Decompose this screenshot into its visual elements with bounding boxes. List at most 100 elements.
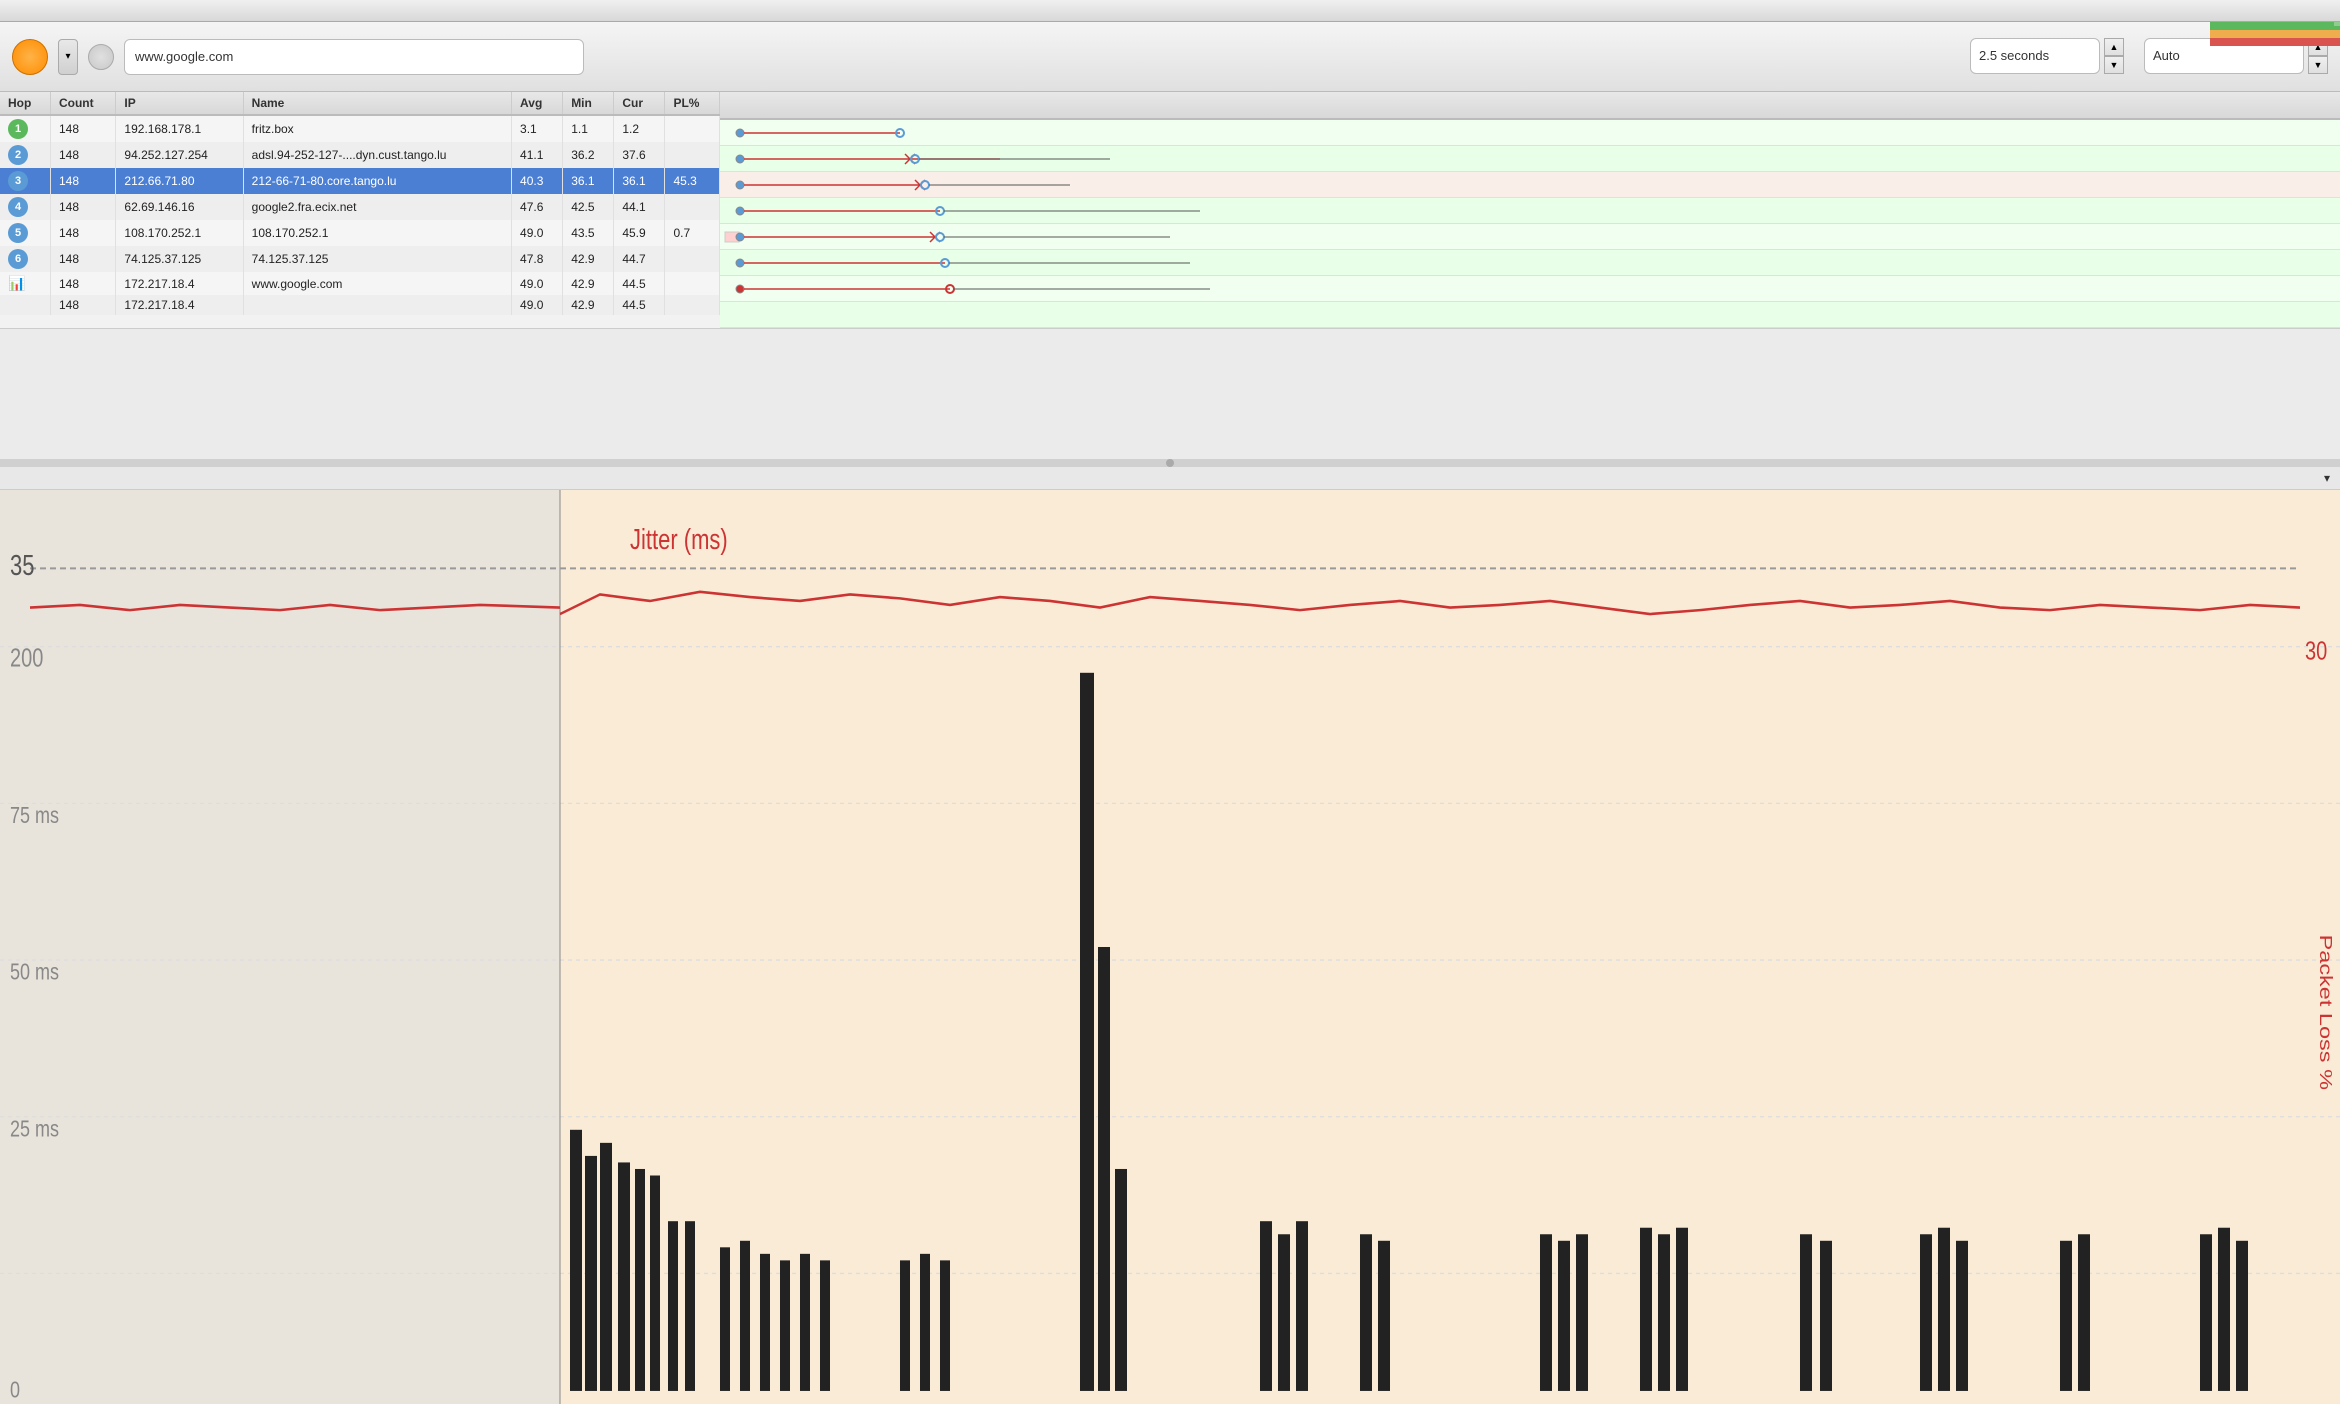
hop-number-cell: 3 (0, 168, 50, 194)
upper-section: Hop Count IP Name Avg Min Cur PL% 114819… (0, 92, 2340, 329)
toolbar: ▾ ▲ ▼ ▲ ▼ (0, 22, 2340, 92)
bottom-section: ▾ Jitter (ms) (0, 467, 2340, 1404)
cell-name: 108.170.252.1 (243, 220, 511, 246)
alert-green (2210, 22, 2340, 30)
svg-text:25 ms: 25 ms (10, 1116, 59, 1142)
cell-cur: 44.5 (614, 295, 665, 315)
timeline-area (720, 92, 2340, 328)
hop-number-cell: 4 (0, 194, 50, 220)
svg-text:Packet Loss %: Packet Loss % (2316, 935, 2336, 1090)
cell-cur: 45.9 (614, 220, 665, 246)
cell-count: 148 (50, 142, 115, 168)
cell-min: 43.5 (563, 220, 614, 246)
table-row[interactable]: 📊148172.217.18.4www.google.com49.042.944… (0, 272, 720, 295)
table-left: Hop Count IP Name Avg Min Cur PL% 114819… (0, 92, 720, 328)
hop-number-cell: 5 (0, 220, 50, 246)
cell-avg: 3.1 (512, 115, 563, 142)
col-hop: Hop (0, 92, 50, 115)
empty-area (0, 329, 2340, 459)
chart-dropdown-icon[interactable]: ▾ (2324, 471, 2330, 485)
title-bar (0, 0, 2340, 22)
cell-ip: 172.217.18.4 (116, 272, 243, 295)
trace-interval-input[interactable] (1970, 38, 2100, 74)
chart-icon[interactable]: 📊 (8, 275, 25, 291)
hop-number-cell: 2 (0, 142, 50, 168)
cell-name: fritz.box (243, 115, 511, 142)
col-cur: Cur (614, 92, 665, 115)
cell-ip: 192.168.178.1 (116, 115, 243, 142)
check-button[interactable] (88, 44, 114, 70)
cell-avg: 47.8 (512, 246, 563, 272)
timeline-row-3 (720, 198, 2340, 224)
col-ip: IP (116, 92, 243, 115)
table-row[interactable]: 5148108.170.252.1108.170.252.149.043.545… (0, 220, 720, 246)
timeline-row-4 (720, 224, 2340, 250)
timeline-row-1 (720, 146, 2340, 172)
cell-min: 36.1 (563, 168, 614, 194)
timeline-row-2 (720, 172, 2340, 198)
table-row[interactable]: 614874.125.37.12574.125.37.12547.842.944… (0, 246, 720, 272)
pause-button[interactable] (12, 39, 48, 75)
bg-left (0, 490, 560, 1404)
table-row[interactable]: 3148212.66.71.80212-66-71-80.core.tango.… (0, 168, 720, 194)
cell-pl: 45.3 (665, 168, 720, 194)
cell-pl (665, 142, 720, 168)
cell-avg: 41.1 (512, 142, 563, 168)
cell-name: www.google.com (243, 272, 511, 295)
main-content: Hop Count IP Name Avg Min Cur PL% 114819… (0, 92, 2340, 1404)
cell-count: 148 (50, 194, 115, 220)
svg-text:0: 0 (10, 1377, 20, 1403)
cell-count: 148 (50, 246, 115, 272)
table-row[interactable]: 148172.217.18.449.042.944.5 (0, 295, 720, 315)
chart-canvas: Jitter (ms) 35 200 75 ms 50 ms 25 ms 0 P… (0, 490, 2340, 1404)
cell-pl (665, 194, 720, 220)
cell-avg: 40.3 (512, 168, 563, 194)
jitter-value: 35 (10, 550, 34, 581)
cell-ip: 108.170.252.1 (116, 220, 243, 246)
cell-min: 42.9 (563, 295, 614, 315)
ip-label (600, 49, 604, 64)
divider[interactable] (0, 459, 2340, 467)
stepper-down[interactable]: ▼ (2104, 56, 2124, 74)
cell-min: 42.5 (563, 194, 614, 220)
cell-count: 148 (50, 115, 115, 142)
cell-cur: 37.6 (614, 142, 665, 168)
trace-interval-stepper[interactable]: ▲ ▼ (2104, 38, 2124, 74)
divider-dot (1166, 459, 1174, 467)
cell-cur: 44.1 (614, 194, 665, 220)
svg-text:50 ms: 50 ms (10, 959, 59, 985)
stepper-up[interactable]: ▲ (2104, 38, 2124, 56)
hop-number-cell: 📊 (0, 272, 50, 295)
cell-ip: 74.125.37.125 (116, 246, 243, 272)
cell-count: 148 (50, 295, 115, 315)
table-row[interactable]: 214894.252.127.254adsl.94-252-127-....dy… (0, 142, 720, 168)
alerts-panel (2210, 22, 2340, 92)
target-input[interactable] (124, 39, 584, 75)
svg-text:200: 200 (10, 643, 43, 672)
timeline-row-0 (720, 120, 2340, 146)
cell-cur: 44.7 (614, 246, 665, 272)
alert-yellow (2210, 30, 2340, 38)
hop-number-cell: 1 (0, 115, 50, 142)
hop-number-cell: 6 (0, 246, 50, 272)
cell-count: 148 (50, 168, 115, 194)
table-row[interactable]: 1148192.168.178.1fritz.box3.11.11.2 (0, 115, 720, 142)
cell-name (243, 295, 511, 315)
cell-pl (665, 295, 720, 315)
cell-name: 74.125.37.125 (243, 246, 511, 272)
dropdown-arrow[interactable]: ▾ (58, 39, 78, 75)
cell-ip: 172.217.18.4 (116, 295, 243, 315)
col-min: Min (563, 92, 614, 115)
timeline-row-6 (720, 276, 2340, 302)
hop-number-cell (0, 295, 50, 315)
cell-cur: 36.1 (614, 168, 665, 194)
chart-svg: Jitter (ms) 35 200 75 ms 50 ms 25 ms 0 P… (0, 490, 2340, 1404)
alerts-label (2334, 22, 2340, 26)
table-wrapper: Hop Count IP Name Avg Min Cur PL% 114819… (0, 92, 2340, 328)
table-row[interactable]: 414862.69.146.16google2.fra.ecix.net47.6… (0, 194, 720, 220)
cell-min: 1.1 (563, 115, 614, 142)
chart-time-range: ▾ (2320, 471, 2330, 485)
svg-text:75 ms: 75 ms (10, 803, 59, 829)
cell-pl (665, 115, 720, 142)
cell-min: 36.2 (563, 142, 614, 168)
